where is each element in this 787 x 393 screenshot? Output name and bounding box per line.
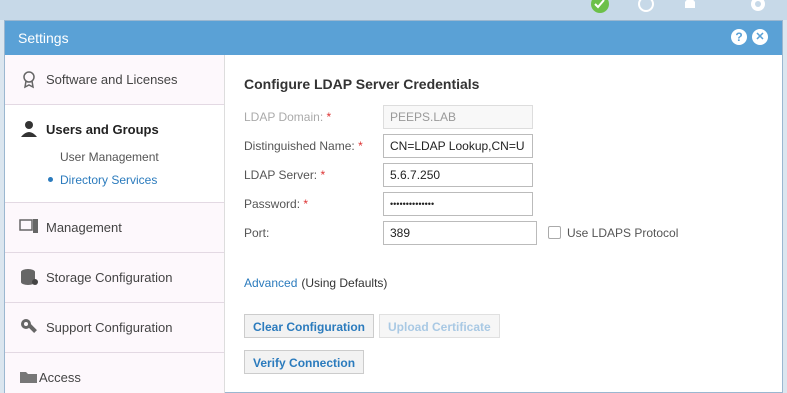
sidebar-item-access[interactable]: Access: [5, 353, 224, 393]
ldap-server-field[interactable]: 5.6.7.250: [383, 163, 533, 187]
password-field[interactable]: ••••••••••••••: [383, 192, 533, 216]
use-ldaps-checkbox[interactable]: [548, 226, 561, 239]
password-row: Password: * ••••••••••••••: [244, 192, 784, 216]
close-icon[interactable]: ✕: [752, 29, 768, 45]
ldap-config-panel: Configure LDAP Server Credentials LDAP D…: [244, 55, 779, 393]
ldap-server-label: LDAP Server: *: [244, 168, 326, 182]
advanced-note: (Using Defaults): [301, 276, 388, 290]
users-icon: [21, 121, 37, 137]
port-row: Port: 389 Use LDAPS Protocol: [244, 221, 784, 245]
ldap-server-row: LDAP Server: * 5.6.7.250: [244, 163, 784, 187]
settings-sidebar: Software and Licenses Users and Groups U…: [5, 55, 225, 393]
top-bar: [0, 0, 787, 20]
certificate-icon: [23, 71, 35, 89]
storage-icon: [21, 269, 38, 285]
clear-configuration-button[interactable]: Clear Configuration: [244, 314, 375, 338]
management-icon: [19, 219, 38, 233]
dialog-titlebar: Settings ? ✕: [5, 21, 782, 55]
sidebar-subitem-user-management[interactable]: User Management: [60, 150, 159, 164]
sync-icon[interactable]: [636, 0, 656, 14]
sidebar-item-label: Access: [39, 370, 81, 385]
page-title: Configure LDAP Server Credentials: [244, 76, 480, 92]
sidebar-subitem-directory-services[interactable]: Directory Services: [60, 173, 157, 187]
wrench-icon: [21, 319, 37, 333]
sidebar-item-support-configuration[interactable]: Support Configuration: [5, 303, 224, 353]
sidebar-item-label: Support Configuration: [46, 320, 173, 335]
use-ldaps-label: Use LDAPS Protocol: [567, 226, 679, 240]
advanced-settings: Advanced (Using Defaults): [244, 276, 387, 290]
distinguished-name-field[interactable]: CN=LDAP Lookup,CN=U: [383, 134, 533, 158]
port-label: Port:: [244, 226, 270, 240]
advanced-link[interactable]: Advanced: [244, 276, 297, 290]
verify-connection-button[interactable]: Verify Connection: [244, 350, 365, 374]
port-field[interactable]: 389: [383, 221, 537, 245]
distinguished-name-row: Distinguished Name: * CN=LDAP Lookup,CN=…: [244, 134, 784, 158]
status-ok-icon[interactable]: [590, 0, 610, 14]
upload-certificate-button[interactable]: Upload Certificate: [379, 314, 500, 338]
folder-icon: [20, 372, 37, 383]
sidebar-item-label: Storage Configuration: [46, 270, 173, 285]
sidebar-item-users-groups[interactable]: Users and Groups User Management Directo…: [5, 105, 224, 203]
sidebar-item-label: Management: [46, 220, 122, 235]
help-icon[interactable]: ?: [731, 29, 747, 45]
ldap-domain-field: PEEPS.LAB: [383, 105, 533, 129]
password-label: Password: *: [244, 197, 309, 211]
distinguished-name-label: Distinguished Name: *: [244, 139, 363, 153]
dialog-title: Settings: [18, 30, 69, 46]
gear-icon[interactable]: [748, 0, 768, 14]
active-bullet-icon: [48, 177, 53, 182]
sidebar-item-management[interactable]: Management: [5, 203, 224, 253]
ldap-domain-label: LDAP Domain: *: [244, 110, 332, 124]
bell-icon[interactable]: [680, 0, 700, 14]
sidebar-item-storage-configuration[interactable]: Storage Configuration: [5, 253, 224, 303]
ldap-domain-row: LDAP Domain: * PEEPS.LAB: [244, 105, 784, 129]
sidebar-item-software-licenses[interactable]: Software and Licenses: [5, 55, 224, 105]
settings-dialog: Settings ? ✕ Software and Licenses Users…: [4, 20, 783, 393]
sidebar-item-label: Software and Licenses: [46, 72, 178, 87]
sidebar-item-label: Users and Groups: [46, 122, 159, 137]
